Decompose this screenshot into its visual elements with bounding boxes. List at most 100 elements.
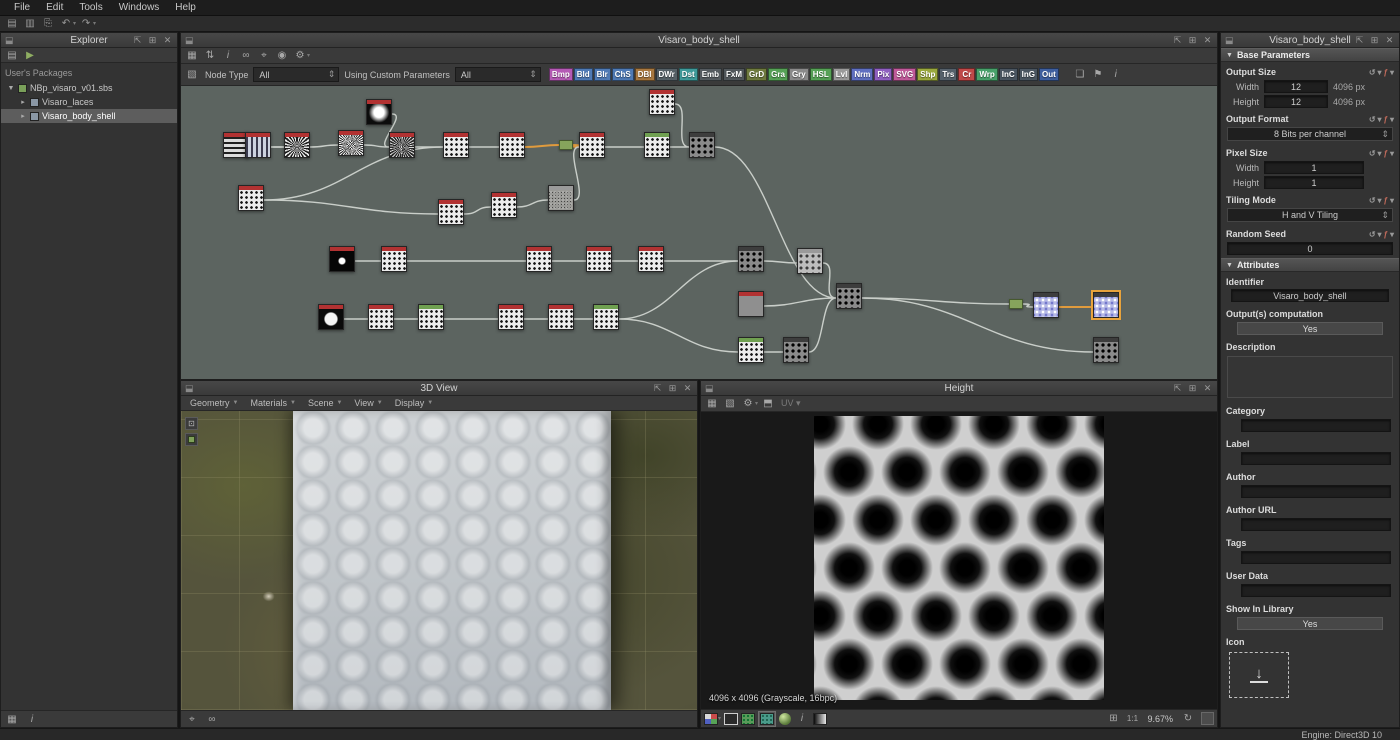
connect-icon[interactable]: ∞ (204, 712, 220, 726)
graph-wire[interactable] (619, 261, 738, 319)
graph-node-23[interactable] (318, 304, 344, 330)
filter-pix[interactable]: Pix (874, 68, 892, 81)
graph-node-33[interactable] (1033, 292, 1059, 318)
custom-params-dropdown[interactable]: All⇕ (455, 67, 541, 82)
graph-node-29[interactable] (738, 291, 764, 317)
param-function-icons[interactable]: ↺▾ƒ▾ (1369, 68, 1394, 77)
filter-trs[interactable]: Trs (939, 68, 957, 81)
graph-wire[interactable] (823, 263, 836, 298)
graph-node-7[interactable] (499, 132, 525, 158)
reset-camera-icon[interactable]: ⊡ (185, 417, 198, 430)
author-input[interactable] (1241, 485, 1391, 498)
graph-node-6[interactable] (443, 132, 469, 158)
graph-wire[interactable] (809, 298, 836, 352)
comment-icon[interactable]: ❏ (1072, 68, 1088, 82)
graph-node-8[interactable] (579, 132, 605, 158)
link-icon[interactable]: ∞ (238, 49, 254, 63)
graph-node-27[interactable] (548, 304, 574, 330)
graph-node-34[interactable] (1093, 292, 1119, 318)
graph-canvas[interactable] (181, 86, 1217, 379)
uv-toggle[interactable]: UV ▾ (778, 398, 804, 409)
graph-node-32[interactable] (783, 337, 809, 363)
filter-gry[interactable]: Gry (789, 68, 809, 81)
settings-icon[interactable]: ⚙ (292, 49, 308, 63)
undo-icon[interactable]: ↶ (58, 17, 74, 30)
user-data-input[interactable] (1241, 584, 1391, 597)
save-icon[interactable]: ⎘ (40, 17, 56, 30)
filter-emb[interactable]: Emb (699, 68, 722, 81)
graph-node-26[interactable] (498, 304, 524, 330)
outputs-computation-button[interactable]: Yes (1237, 322, 1383, 335)
grid-snap-icon[interactable]: ▦ (184, 49, 200, 63)
open-file-icon[interactable]: ▥ (22, 17, 38, 30)
category-input[interactable] (1241, 419, 1391, 432)
texture-a-icon[interactable] (741, 713, 755, 725)
center-icon[interactable]: ⌖ (256, 49, 272, 63)
material-slot-icon[interactable] (185, 433, 198, 446)
section-base-parameters[interactable]: ▼ Base Parameters (1221, 48, 1399, 62)
graph-node-24[interactable] (368, 304, 394, 330)
align-icon[interactable]: ⇅ (202, 49, 218, 63)
filter-grd[interactable]: GrD (746, 68, 767, 81)
section-attributes[interactable]: ▼ Attributes (1221, 258, 1399, 272)
view2d-canvas[interactable]: 4096 x 4096 (Grayscale, 16bpc) (701, 412, 1217, 709)
tiling-mode-dropdown[interactable]: H and V Tiling⇕ (1227, 208, 1393, 222)
graph-wire[interactable] (715, 147, 836, 298)
graph-wire[interactable] (675, 104, 689, 147)
graph-node-28[interactable] (593, 304, 619, 330)
info-icon[interactable]: i (220, 49, 236, 63)
undo-dropdown-icon[interactable]: ▾ (73, 20, 76, 27)
tree-expand-icon[interactable]: ▼ (7, 85, 15, 92)
view2d-close-icon[interactable]: ✕ (1202, 383, 1213, 394)
node-type-dropdown[interactable]: All⇕ (253, 67, 339, 82)
refresh-icon[interactable]: ↻ (1180, 712, 1196, 726)
view3d-menu-scene[interactable]: Scene▼ (303, 398, 347, 408)
explorer-view-icon[interactable]: ▤ (4, 48, 20, 62)
graph-node-36[interactable] (559, 140, 573, 150)
graph-dock-icon[interactable]: ⇱ (1172, 35, 1183, 46)
filter-lvl[interactable]: Lvl (833, 68, 851, 81)
menu-windows[interactable]: Windows (111, 0, 168, 16)
material-ball-icon[interactable] (779, 713, 791, 725)
graph-node-16[interactable] (329, 246, 355, 272)
tree-item-nbp_visaro_v01.sbs[interactable]: ▼NBp_visaro_v01.sbs (1, 81, 177, 95)
graph-wire[interactable] (619, 319, 738, 352)
close-icon[interactable]: ✕ (162, 35, 173, 46)
graph-node-13[interactable] (438, 199, 464, 225)
gradient-icon[interactable] (813, 713, 827, 725)
graph-wire[interactable] (764, 261, 797, 263)
filter-nrm[interactable]: Nrm (851, 68, 873, 81)
filter-hsl[interactable]: HSL (810, 68, 832, 81)
graph-node-10[interactable] (689, 132, 715, 158)
menu-file[interactable]: File (6, 0, 38, 16)
graph-close-icon[interactable]: ✕ (1202, 35, 1213, 46)
texture-b-active[interactable] (758, 711, 776, 727)
graph-node-31[interactable] (738, 337, 764, 363)
filter-bmp[interactable]: Bmp (549, 68, 573, 81)
identifier-value[interactable]: Visaro_body_shell (1231, 289, 1389, 302)
redo-dropdown-icon[interactable]: ▾ (93, 20, 96, 27)
menu-tools[interactable]: Tools (71, 0, 110, 16)
graph-wire[interactable] (764, 298, 836, 306)
channels-icon[interactable] (704, 713, 718, 725)
filter-svg[interactable]: SVG (893, 68, 916, 81)
filter-dbl[interactable]: DBl (635, 68, 655, 81)
filter-shp[interactable]: Shp (917, 68, 938, 81)
graph-node-14[interactable] (491, 192, 517, 218)
view2d-settings-dropdown-icon[interactable]: ▾ (755, 400, 758, 407)
param-function-icons[interactable]: ↺▾ƒ▾ (1369, 115, 1394, 124)
menu-edit[interactable]: Edit (38, 0, 71, 16)
tree-expand-icon[interactable]: ▸ (19, 112, 27, 120)
graph-node-25[interactable] (418, 304, 444, 330)
settings-dropdown-icon[interactable]: ▾ (307, 52, 310, 59)
output-height-input[interactable]: 12 (1264, 95, 1328, 108)
explorer-grid-icon[interactable]: ▦ (4, 712, 20, 726)
filter-cr[interactable]: Cr (958, 68, 975, 81)
filter-bld[interactable]: Bld (574, 68, 593, 81)
graph-wire[interactable] (525, 145, 559, 147)
random-seed-input[interactable]: 0 (1227, 242, 1393, 255)
graph-node-12[interactable] (238, 185, 264, 211)
filter-dwr[interactable]: DWr (656, 68, 678, 81)
filter-gra[interactable]: Gra (768, 68, 788, 81)
filter-out[interactable]: Out (1039, 68, 1059, 81)
